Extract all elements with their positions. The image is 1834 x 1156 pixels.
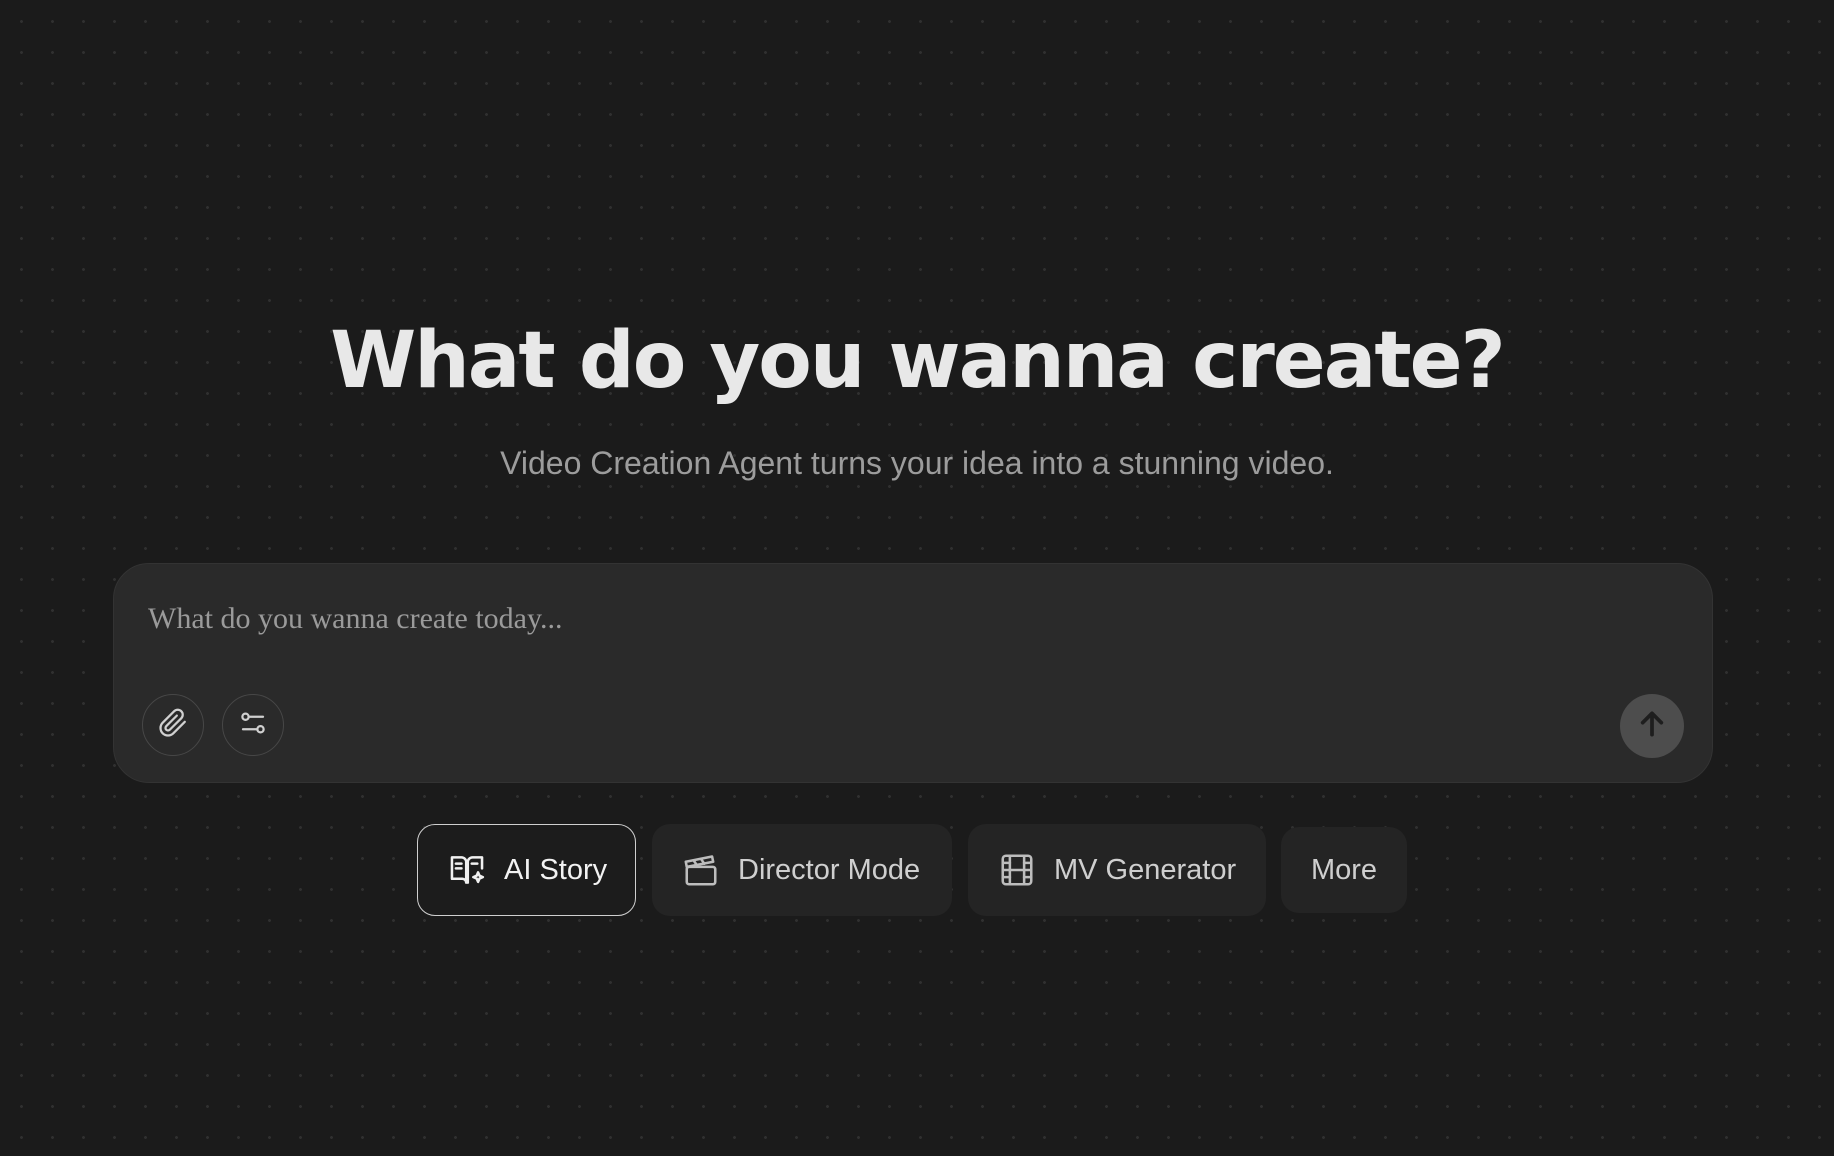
attach-button[interactable] xyxy=(142,694,204,756)
sliders-icon xyxy=(238,708,268,743)
book-sparkle-icon xyxy=(448,851,486,889)
mode-chip-label: More xyxy=(1310,853,1378,886)
mode-chip-label: MV Generator xyxy=(1054,853,1237,886)
prompt-composer xyxy=(113,563,1713,783)
mode-chip-director-mode[interactable]: Director Mode xyxy=(652,824,952,916)
page-subtitle: Video Creation Agent turns your idea int… xyxy=(500,445,1334,481)
settings-button[interactable] xyxy=(222,694,284,756)
mode-chips: AI Story Director Mode MV Generator More xyxy=(0,824,1834,916)
clapperboard-icon xyxy=(682,851,720,889)
paperclip-icon xyxy=(158,708,188,743)
film-strip-icon xyxy=(998,851,1036,889)
mode-chip-ai-story[interactable]: AI Story xyxy=(417,824,636,916)
mode-chip-mv-generator[interactable]: MV Generator xyxy=(968,824,1266,916)
mode-chip-more[interactable]: More xyxy=(1281,827,1407,913)
mode-chip-label: AI Story xyxy=(504,853,608,886)
mode-chip-label: Director Mode xyxy=(738,853,921,886)
page-title: What do you wanna create? xyxy=(330,316,1506,406)
prompt-input[interactable] xyxy=(146,594,1650,644)
send-button[interactable] xyxy=(1620,694,1684,758)
arrow-up-icon xyxy=(1636,708,1668,745)
